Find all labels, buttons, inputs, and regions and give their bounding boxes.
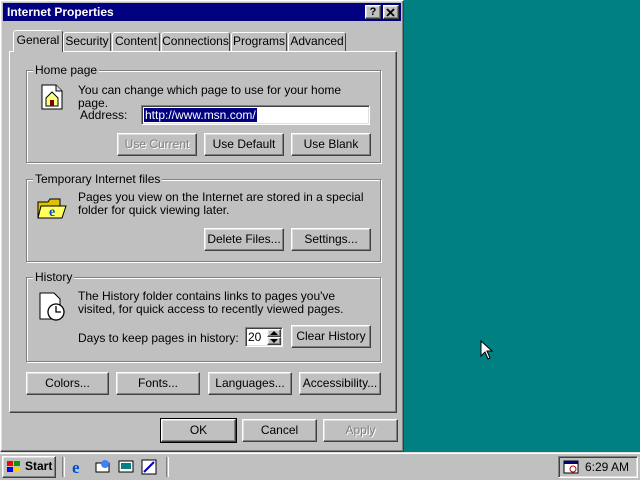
start-button[interactable]: Start (2, 456, 56, 478)
use-default-button[interactable]: Use Default (204, 133, 284, 156)
tab-content[interactable]: Content (112, 32, 160, 51)
days-to-keep-value: 20 (248, 330, 262, 344)
colors-button[interactable]: Colors... (26, 372, 109, 395)
clock[interactable]: 6:29 AM (585, 457, 629, 477)
tab-security[interactable]: Security (63, 32, 111, 51)
svg-text:e: e (49, 205, 55, 220)
quick-launch-separator (62, 457, 65, 477)
system-tray: 6:29 AM (558, 456, 638, 478)
title-bar[interactable]: Internet Properties ? (3, 3, 401, 21)
temporary-files-legend: Temporary Internet files (33, 172, 163, 186)
apply-button[interactable]: Apply (323, 419, 398, 442)
general-tab-panel: Home page You can change which page to u… (9, 51, 397, 413)
tab-connections[interactable]: Connections (161, 32, 230, 51)
internet-explorer-icon[interactable]: e (70, 458, 88, 476)
ok-button[interactable]: OK (160, 418, 237, 443)
tab-advanced[interactable]: Advanced (288, 32, 346, 51)
temporary-files-group: Temporary Internet files e Pages you vie… (26, 172, 381, 262)
cancel-button[interactable]: Cancel (242, 419, 317, 442)
days-spinner[interactable] (267, 329, 281, 345)
days-to-keep-label: Days to keep pages in history: (78, 331, 239, 345)
address-input[interactable]: http://www.msn.com/ (141, 105, 370, 125)
history-legend: History (33, 270, 75, 284)
history-icon (39, 292, 65, 321)
scheduler-icon[interactable] (563, 459, 579, 475)
spin-down-button[interactable] (267, 337, 281, 345)
use-blank-button[interactable]: Use Blank (291, 133, 371, 156)
use-current-button[interactable]: Use Current (117, 133, 197, 156)
home-page-legend: Home page (33, 63, 100, 77)
spin-up-button[interactable] (267, 329, 281, 337)
clear-history-button[interactable]: Clear History (291, 325, 371, 348)
start-label: Start (25, 459, 53, 473)
languages-button[interactable]: Languages... (208, 372, 292, 395)
mouse-cursor-icon (480, 340, 494, 360)
home-page-group: Home page You can change which page to u… (26, 63, 381, 163)
spin-up-icon (270, 331, 278, 335)
windows-logo-icon (7, 461, 20, 472)
history-group: History The History folder contains link… (26, 270, 381, 362)
show-desktop-icon[interactable] (117, 458, 135, 476)
close-button[interactable] (383, 5, 399, 19)
internet-properties-window: Internet Properties ? General Security C… (0, 0, 404, 452)
address-value: http://www.msn.com/ (144, 108, 257, 122)
task-separator (166, 457, 169, 477)
tab-general[interactable]: General (13, 30, 63, 52)
svg-text:e: e (72, 458, 80, 476)
outlook-express-icon[interactable] (94, 458, 112, 476)
taskbar: Start e 6:29 AM (0, 452, 640, 480)
home-page-icon (41, 84, 63, 110)
ie-folder-icon: e (37, 198, 67, 220)
address-label: Address: (80, 108, 128, 122)
channels-icon[interactable] (140, 458, 158, 476)
temporary-files-description: Pages you view on the Internet are store… (78, 190, 364, 217)
window-title: Internet Properties (7, 5, 114, 19)
delete-files-button[interactable]: Delete Files... (204, 228, 284, 251)
accessibility-button[interactable]: Accessibility... (299, 372, 381, 395)
spin-down-icon (270, 339, 278, 343)
close-icon (386, 8, 395, 17)
history-description: The History folder contains links to pag… (78, 289, 344, 316)
settings-button[interactable]: Settings... (291, 228, 371, 251)
tab-programs[interactable]: Programs (231, 32, 287, 51)
help-button[interactable]: ? (365, 5, 381, 19)
fonts-button[interactable]: Fonts... (116, 372, 200, 395)
